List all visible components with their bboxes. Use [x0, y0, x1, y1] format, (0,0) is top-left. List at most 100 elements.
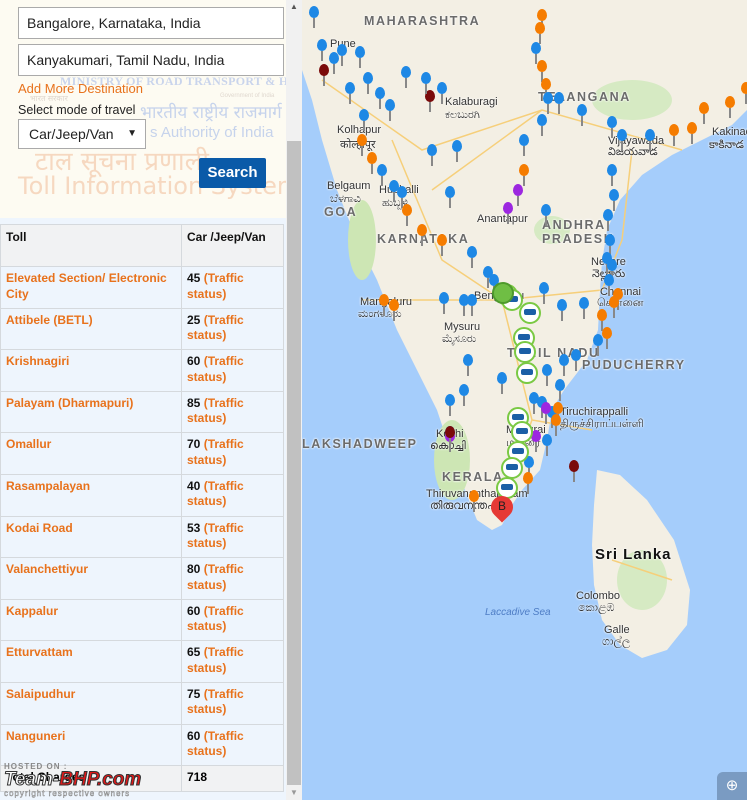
toll-plaza-marker[interactable] — [385, 99, 395, 121]
toll-plaza-marker[interactable] — [541, 204, 551, 226]
toll-plaza-marker[interactable] — [389, 299, 399, 321]
route-toll-marker[interactable] — [514, 341, 536, 363]
route-toll-marker[interactable] — [501, 457, 523, 479]
toll-plaza-marker[interactable] — [725, 96, 735, 118]
toll-plaza-marker[interactable] — [375, 87, 385, 109]
toll-plaza-marker[interactable] — [609, 296, 619, 318]
search-button[interactable]: Search — [199, 158, 266, 188]
toll-plaza-marker[interactable] — [437, 82, 447, 104]
toll-plaza-marker[interactable] — [531, 42, 541, 64]
toll-plaza-marker[interactable] — [445, 186, 455, 208]
toll-plaza-marker[interactable] — [469, 490, 479, 512]
toll-plaza-marker[interactable] — [539, 282, 549, 304]
toll-plaza-marker[interactable] — [555, 379, 565, 401]
toll-plaza-marker[interactable] — [355, 46, 365, 68]
toll-plaza-marker[interactable] — [445, 394, 455, 416]
route-toll-marker[interactable] — [511, 421, 533, 443]
start-marker[interactable] — [492, 282, 514, 304]
toll-plaza-marker[interactable] — [602, 327, 612, 349]
scroll-up-arrow-icon[interactable]: ▲ — [286, 0, 302, 14]
toll-plaza-marker[interactable] — [603, 209, 613, 231]
toll-plaza-marker[interactable] — [319, 64, 329, 86]
toll-plaza-marker[interactable] — [513, 184, 523, 206]
toll-plaza-marker[interactable] — [463, 354, 473, 376]
toll-plaza-marker[interactable] — [577, 104, 587, 126]
toll-plaza-marker[interactable] — [452, 140, 462, 162]
toll-plaza-marker[interactable] — [523, 472, 533, 494]
toll-plaza-marker[interactable] — [445, 426, 455, 448]
toll-plaza-marker[interactable] — [519, 164, 529, 186]
toll-plaza-marker[interactable] — [593, 334, 603, 356]
toll-plaza-marker[interactable] — [569, 460, 579, 482]
toll-plaza-marker[interactable] — [571, 349, 581, 371]
destination-marker[interactable]: B — [486, 491, 518, 526]
toll-name-link[interactable]: Elevated Section/ Electronic City — [0, 266, 182, 309]
toll-plaza-marker[interactable] — [551, 414, 561, 436]
panel-scrollbar[interactable]: ▲ ▼ — [286, 0, 302, 800]
route-toll-marker[interactable] — [519, 302, 541, 324]
toll-plaza-marker[interactable] — [617, 129, 627, 151]
toll-name-link[interactable]: Valanchettiyur — [0, 557, 182, 600]
toll-plaza-marker[interactable] — [427, 144, 437, 166]
toll-name-link[interactable]: Etturvattam — [0, 640, 182, 683]
route-map[interactable]: MAHARASHTRA TELANGANA KARNATAKA ANDHRA PRADE… — [302, 0, 747, 800]
toll-plaza-marker[interactable] — [377, 164, 387, 186]
toll-name-link[interactable]: Omallur — [0, 432, 182, 475]
travel-mode-select[interactable]: Car/Jeep/Van ▼ — [18, 119, 146, 149]
toll-name-link[interactable]: Palayam (Dharmapuri) — [0, 390, 182, 434]
toll-plaza-marker[interactable] — [497, 372, 507, 394]
toll-name-link[interactable]: Krishnagiri — [0, 349, 182, 392]
toll-plaza-marker[interactable] — [345, 82, 355, 104]
toll-plaza-marker[interactable] — [519, 134, 529, 156]
toll-plaza-marker[interactable] — [503, 202, 513, 224]
toll-plaza-marker[interactable] — [607, 116, 617, 138]
toll-plaza-marker[interactable] — [607, 164, 617, 186]
zoom-in-icon[interactable]: ⊕ — [717, 772, 747, 800]
toll-plaza-marker[interactable] — [459, 384, 469, 406]
toll-plaza-marker[interactable] — [363, 72, 373, 94]
toll-plaza-marker[interactable] — [401, 66, 411, 88]
toll-plaza-marker[interactable] — [699, 102, 709, 124]
toll-plaza-marker[interactable] — [687, 122, 697, 144]
toll-name-link[interactable]: Kodai Road — [0, 515, 182, 559]
toll-plaza-marker[interactable] — [357, 134, 367, 156]
toll-plaza-marker[interactable] — [543, 92, 553, 114]
toll-plaza-marker[interactable] — [309, 6, 319, 28]
toll-plaza-marker[interactable] — [467, 246, 477, 268]
toll-plaza-marker[interactable] — [359, 109, 369, 131]
route-toll-marker[interactable] — [516, 362, 538, 384]
toll-plaza-marker[interactable] — [402, 204, 412, 226]
toll-name-link[interactable]: Nanguneri — [0, 723, 182, 767]
source-input[interactable]: Bangalore, Karnataka, India — [18, 7, 284, 39]
toll-plaza-marker[interactable] — [417, 224, 427, 246]
toll-plaza-marker[interactable] — [317, 39, 327, 61]
toll-plaza-marker[interactable] — [421, 72, 431, 94]
toll-name-link[interactable]: Rasampalayan — [0, 473, 182, 517]
toll-plaza-marker[interactable] — [579, 297, 589, 319]
toll-plaza-marker[interactable] — [645, 129, 655, 151]
toll-plaza-marker[interactable] — [535, 22, 545, 44]
toll-name-link[interactable]: Attibele (BETL) — [0, 307, 182, 351]
toll-plaza-marker[interactable] — [541, 402, 551, 424]
toll-plaza-marker[interactable] — [554, 92, 564, 114]
add-more-destination-link[interactable]: Add More Destination — [18, 81, 143, 96]
toll-plaza-marker[interactable] — [542, 434, 552, 456]
toll-plaza-marker[interactable] — [439, 292, 449, 314]
toll-plaza-marker[interactable] — [557, 299, 567, 321]
toll-name-link[interactable]: Kappalur — [0, 598, 182, 642]
toll-plaza-marker[interactable] — [437, 234, 447, 256]
toll-plaza-marker[interactable] — [367, 152, 377, 174]
scroll-down-arrow-icon[interactable]: ▼ — [286, 786, 302, 800]
toll-plaza-marker[interactable] — [537, 114, 547, 136]
toll-plaza-marker[interactable] — [379, 294, 389, 316]
toll-plaza-marker[interactable] — [337, 44, 347, 66]
toll-plaza-marker[interactable] — [542, 364, 552, 386]
toll-plaza-marker[interactable] — [741, 82, 747, 104]
toll-plaza-marker[interactable] — [559, 354, 569, 376]
scrollbar-thumb[interactable] — [287, 141, 301, 785]
toll-name-link[interactable]: Salaipudhur — [0, 681, 182, 725]
toll-plaza-marker[interactable] — [609, 189, 619, 211]
destination-input[interactable]: Kanyakumari, Tamil Nadu, India — [18, 44, 284, 76]
toll-plaza-marker[interactable] — [467, 294, 477, 316]
toll-plaza-marker[interactable] — [669, 124, 679, 146]
